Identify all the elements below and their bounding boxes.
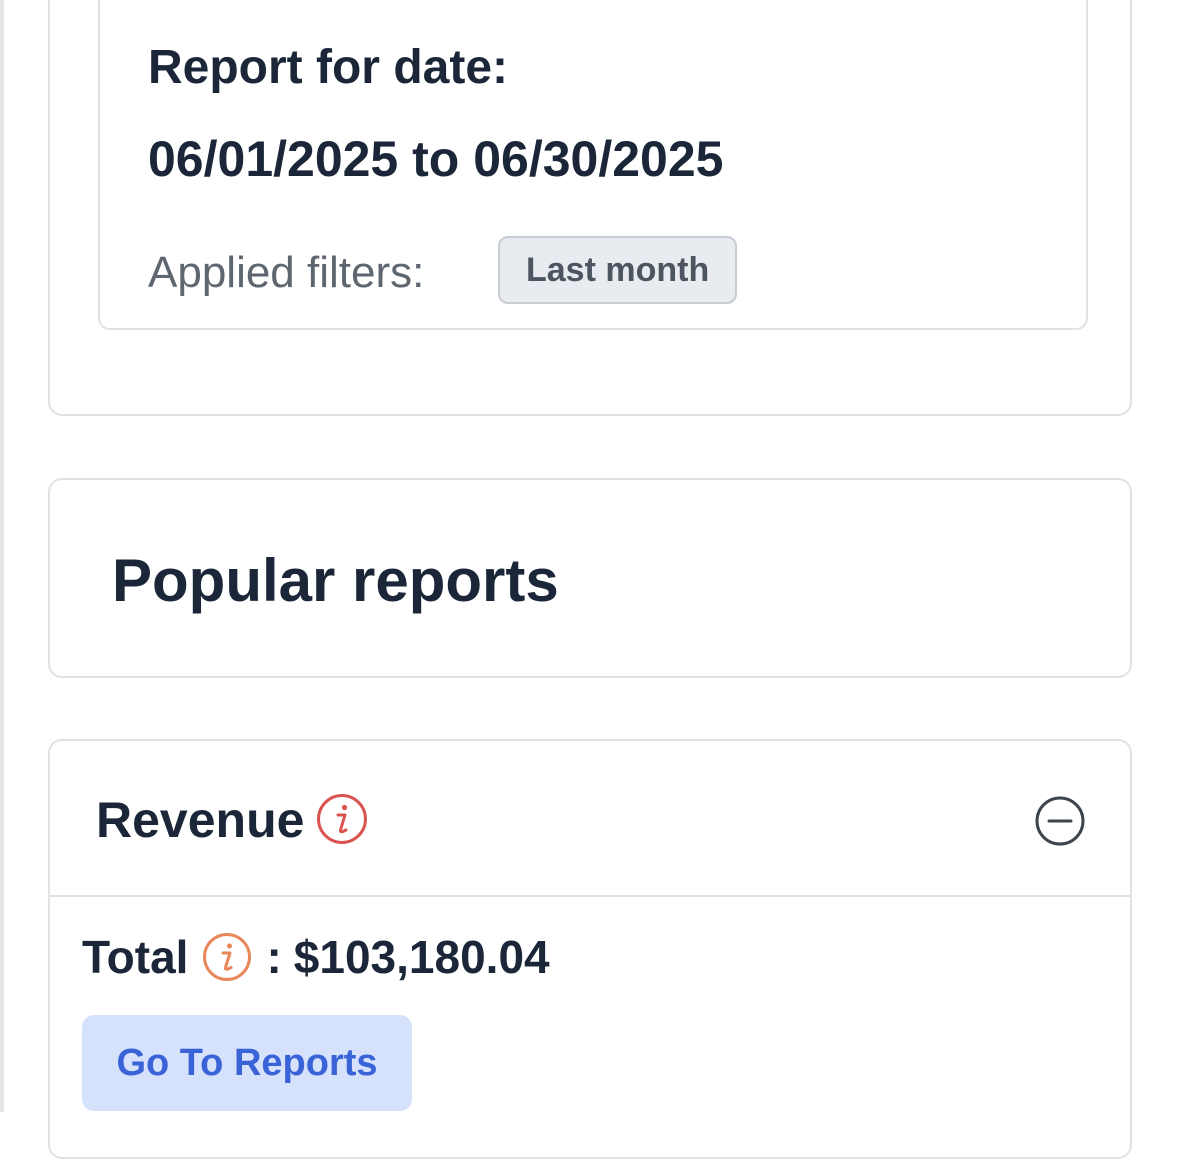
total-revenue-value: $103,180.04 [293,931,550,983]
total-label: Total [82,931,189,983]
report-date-range: 06/01/2025 to 06/30/2025 [148,131,724,187]
revenue-card: Revenue Total : $103,180.04 Go To Report… [48,739,1132,1159]
report-date-panel: Report for date: 06/01/2025 to 06/30/202… [98,0,1088,330]
filter-chip-last-month[interactable]: Last month [498,236,738,304]
total-separator: : [266,931,282,983]
report-date-card: Report for date: 06/01/2025 to 06/30/202… [48,0,1132,416]
popular-reports-card: Popular reports [48,478,1132,678]
info-icon[interactable] [316,793,368,845]
go-to-reports-button[interactable]: Go To Reports [82,1015,412,1111]
applied-filters-label: Applied filters: [148,248,425,297]
info-icon[interactable] [202,932,252,982]
minus-circle-icon[interactable] [1034,795,1086,847]
revenue-total-row: Total : $103,180.04 [82,927,550,987]
popular-reports-title: Popular reports [112,547,559,614]
revenue-card-header[interactable]: Revenue [50,741,1130,897]
report-date-title: Report for date: [148,41,508,94]
revenue-title: Revenue [96,792,305,848]
left-rail [0,0,4,1112]
